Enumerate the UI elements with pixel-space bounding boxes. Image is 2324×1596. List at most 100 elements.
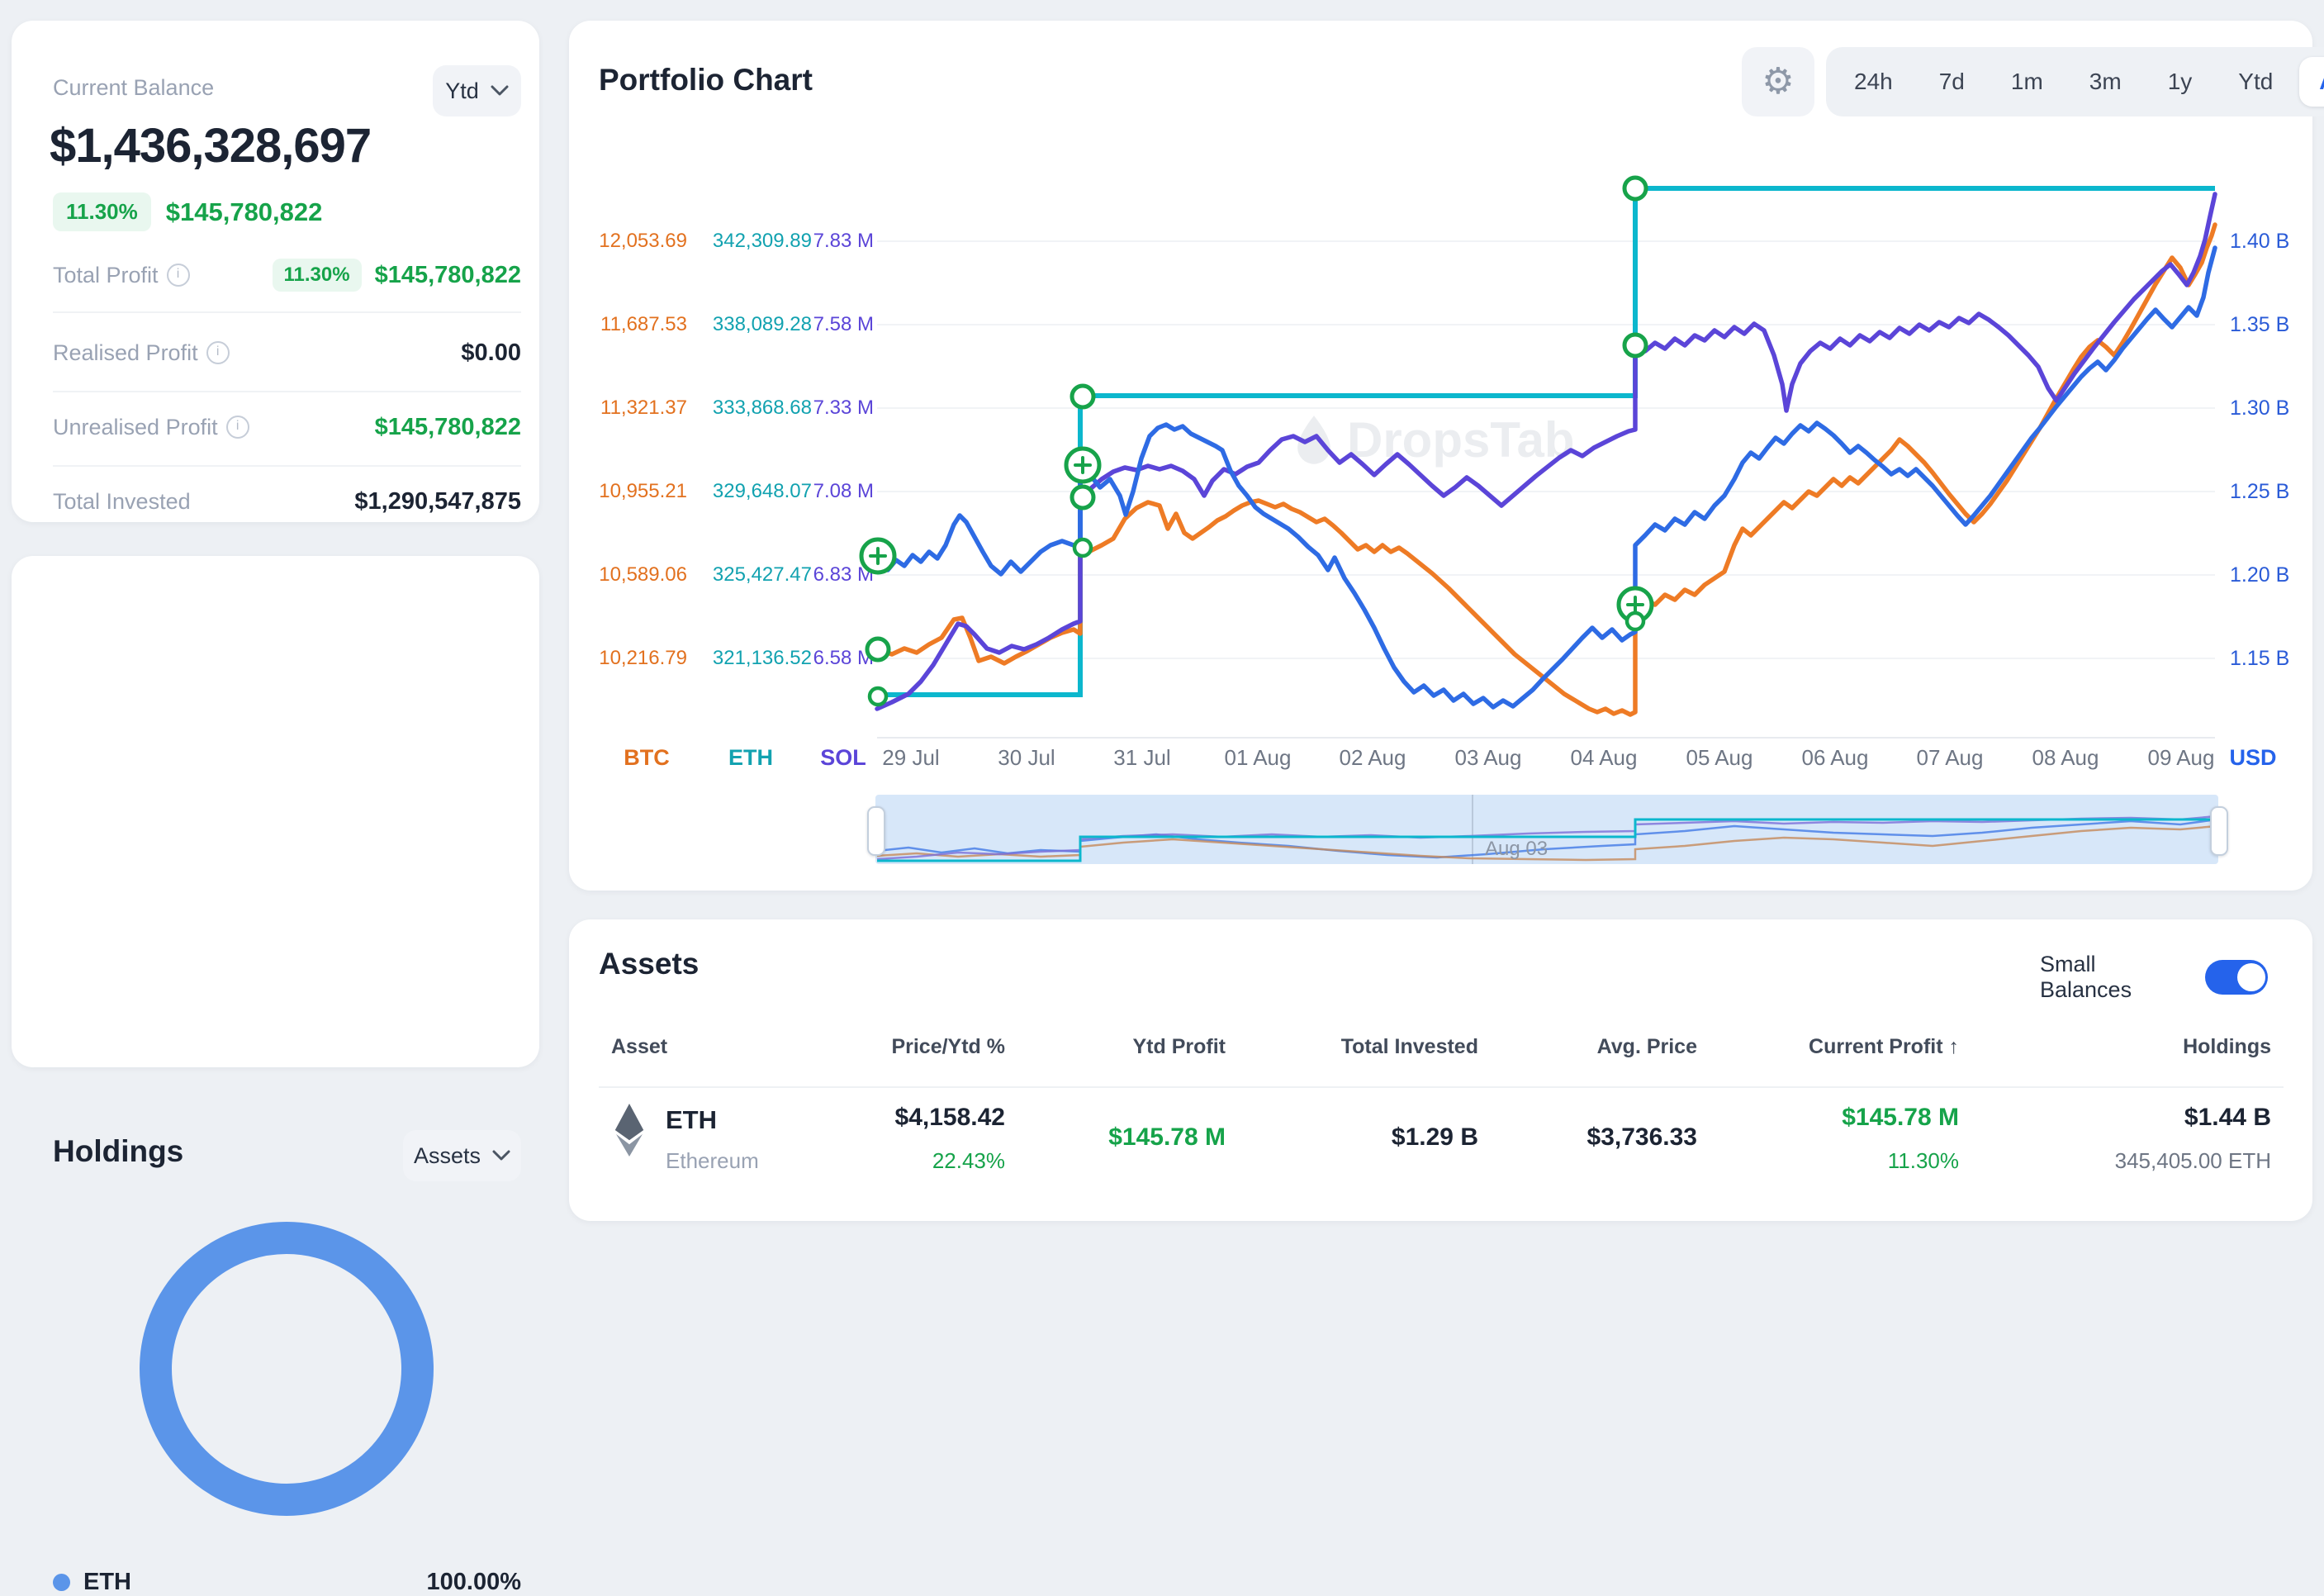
info-icon[interactable]: i [226,416,249,439]
timeframe-1y[interactable]: 1y [2148,57,2213,107]
small-balances-label: Small Balances [2040,952,2190,1003]
x-axis-label: 30 Jul [969,745,1084,771]
brush-date-label: Aug 03 [1485,838,1548,861]
asset-avg-price: $3,736.33 [1507,1123,1697,1152]
total-invested-row: Total Invested $1,290,547,875 [53,482,521,521]
total-profit-pct-badge: 11.30% [273,259,362,292]
eth-legend-dot [53,1574,70,1591]
usd-axis-tick: 1.40 B [2230,230,2324,254]
eth-axis-tick: 325,427.47 [692,563,812,587]
asset-total-invested: $1.29 B [1288,1123,1478,1152]
chart-settings-button[interactable]: ⚙ [1742,47,1814,116]
period-dropdown-value: Ytd [445,78,479,104]
holdings-title: Holdings [53,1134,183,1169]
asset-holdings-value: $1.44 B [2032,1104,2271,1132]
assets-title: Assets [599,947,699,981]
legend-btc[interactable]: BTC [615,745,678,771]
x-axis-label: 29 Jul [853,745,969,771]
x-axis-label: 01 Aug [1200,745,1316,771]
x-axis-label: 08 Aug [2008,745,2123,771]
small-balances-control: Small Balances [2040,952,2268,1003]
timeframe-all[interactable]: All [2299,57,2324,107]
balance-change-pct-badge: 11.30% [53,192,151,231]
unrealised-profit-row: Unrealised Profit i $145,780,822 [53,407,521,447]
chevron-down-icon [492,1150,510,1161]
divider [53,311,521,313]
holdings-card: Holdings Assets ETH 100.00% [12,556,539,1067]
realised-profit-value: $0.00 [461,340,521,367]
info-icon[interactable]: i [167,264,190,287]
total-invested-label: Total Invested [53,489,191,515]
x-axis-label: 07 Aug [1892,745,2008,771]
asset-price: $4,158.42 [790,1104,1005,1132]
portfolio-dashboard: Current Balance Ytd $1,436,328,697 11.30… [0,0,2324,1229]
x-axis-label: 02 Aug [1315,745,1430,771]
brush-handle-right[interactable] [2210,806,2228,856]
gear-icon: ⚙ [1762,64,1794,100]
eth-axis-tick: 321,136.52 [692,647,812,670]
total-profit-row: Total Profit i 11.30% $145,780,822 [53,255,521,295]
timeframe-ytd[interactable]: Ytd [2218,57,2293,107]
asset-current-profit: $145.78 M [1744,1104,1959,1132]
timeframe-1m[interactable]: 1m [1991,57,2063,107]
timeframe-selector: 24h 7d 1m 3m 1y Ytd All [1826,47,2324,116]
eth-axis-tick: 342,309.89 [692,230,812,253]
asset-symbol: ETH [666,1105,717,1135]
legend-eth[interactable]: ETH [723,745,778,771]
btc-axis-tick: 12,053.69 [563,230,687,253]
toggle-knob [2237,963,2265,991]
asset-current-profit-pct: 11.30% [1744,1148,1959,1174]
unrealised-profit-label: Unrealised Profit [53,415,218,440]
total-profit-value: $145,780,822 [375,262,521,289]
asset-ytd-profit: $145.78 M [1036,1123,1226,1152]
holdings-donut-chart[interactable] [140,1222,434,1516]
x-axis-label: 06 Aug [1777,745,1893,771]
holdings-legend-asset: ETH [83,1569,131,1596]
col-ytd-profit[interactable]: Ytd Profit [1036,1035,1226,1059]
realised-profit-label: Realised Profit [53,340,198,366]
col-avg-price[interactable]: Avg. Price [1507,1035,1697,1059]
total-profit-label: Total Profit [53,263,159,288]
usd-axis-tick: 1.35 B [2230,313,2324,337]
holdings-legend-row[interactable]: ETH 100.00% [53,1569,521,1596]
balance-change: 11.30% $145,780,822 [53,192,322,231]
usd-axis-tick: 1.15 B [2230,647,2324,671]
transaction-markers [861,178,1652,705]
col-holdings[interactable]: Holdings [2032,1035,2271,1059]
ethereum-icon [613,1104,646,1157]
btc-axis-tick: 10,216.79 [563,647,687,670]
small-balances-toggle[interactable] [2205,960,2268,995]
unrealised-profit-value: $145,780,822 [375,414,521,441]
eth-axis-tick: 338,089.28 [692,313,812,336]
asset-holdings-amount: 345,405.00 ETH [2032,1148,2271,1174]
info-icon[interactable]: i [206,341,230,364]
timeframe-3m[interactable]: 3m [2070,57,2141,107]
btc-axis-tick: 11,687.53 [563,313,687,336]
brush-handle-left[interactable] [867,806,885,856]
usd-axis-tick: 1.25 B [2230,480,2324,504]
usd-axis-tick: 1.20 B [2230,563,2324,587]
x-axis-label: 03 Aug [1430,745,1546,771]
current-balance-value: $1,436,328,697 [50,118,371,173]
eth-axis-tick: 333,868.68 [692,397,812,420]
x-axis-label: 05 Aug [1662,745,1777,771]
timeframe-24h[interactable]: 24h [1834,57,1913,107]
btc-axis-tick: 11,321.37 [563,397,687,420]
holdings-view-value: Assets [414,1143,481,1169]
asset-name: Ethereum [666,1148,759,1174]
holdings-view-dropdown[interactable]: Assets [403,1130,521,1181]
period-dropdown[interactable]: Ytd [433,65,521,116]
current-balance-label: Current Balance [53,75,214,101]
timeframe-7d[interactable]: 7d [1919,57,1985,107]
col-total-invested[interactable]: Total Invested [1288,1035,1478,1059]
total-invested-value: $1,290,547,875 [354,488,521,515]
col-asset[interactable]: Asset [611,1035,667,1059]
x-axis-label: 31 Jul [1084,745,1200,771]
x-axis-label: 04 Aug [1546,745,1662,771]
btc-axis-tick: 10,589.06 [563,563,687,587]
portfolio-line-chart[interactable] [859,140,2233,752]
sort-arrow-icon: ↑ [1949,1035,1960,1058]
col-price[interactable]: Price/Ytd % [790,1035,1005,1059]
eth-axis-tick: 329,648.07 [692,480,812,503]
col-current-profit[interactable]: Current Profit ↑ [1744,1035,1959,1059]
